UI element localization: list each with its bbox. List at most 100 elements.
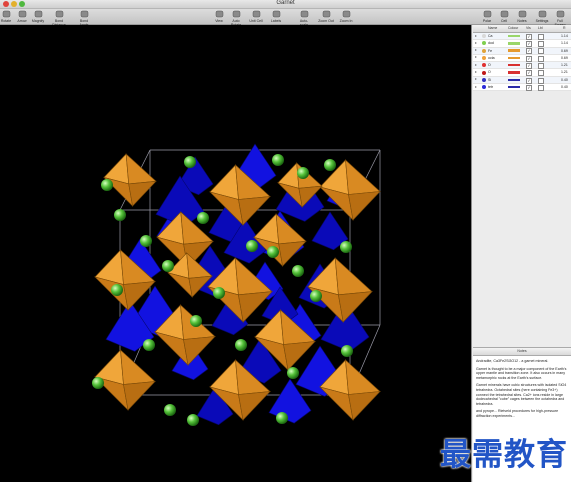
toolbar-button-notes[interactable]: Notes <box>514 10 530 24</box>
visible-checkbox[interactable]: ✓ <box>526 62 532 69</box>
disclosure-triangle-icon[interactable] <box>475 78 477 81</box>
zoom-out-icon <box>322 10 331 18</box>
colour-swatch[interactable] <box>508 78 520 82</box>
arrow-icon <box>18 10 27 18</box>
octahedron-face <box>238 196 271 226</box>
toolbar-button-rotate[interactable]: Rotate <box>0 10 14 24</box>
ca-atom-sphere <box>187 414 199 426</box>
toolbar-button-magnify[interactable]: Magnify <box>30 10 46 24</box>
octahedron-face <box>123 381 156 411</box>
ca-atom-sphere <box>276 412 288 424</box>
atom-name: Ca <box>488 34 493 38</box>
header-vis[interactable]: Vis <box>526 26 531 30</box>
visible-checkbox[interactable]: ✓ <box>526 77 532 84</box>
disclosure-triangle-icon[interactable] <box>475 56 477 59</box>
toolbar-button-auto-scale[interactable]: Auto-scale <box>296 10 312 27</box>
colour-swatch[interactable] <box>508 42 520 45</box>
header-name[interactable]: Name <box>488 26 497 30</box>
ca-atom-sphere <box>340 241 352 253</box>
title-bar: Garnet <box>0 0 571 9</box>
colour-swatch[interactable] <box>508 71 520 74</box>
visible-checkbox[interactable]: ✓ <box>526 84 532 91</box>
polar-icon <box>483 10 492 18</box>
colour-swatch[interactable] <box>508 85 520 89</box>
atom-row[interactable]: O ✓ 1.21 <box>473 69 571 77</box>
ca-atom-sphere <box>190 315 202 327</box>
visible-checkbox[interactable]: ✓ <box>526 70 532 77</box>
rotate-icon <box>2 10 11 18</box>
atom-color-icon <box>482 48 486 53</box>
toolbar-button-label: Zoom In <box>339 19 353 23</box>
visible-checkbox[interactable]: ✓ <box>526 33 532 40</box>
toolbar-button-zoom-out[interactable]: Zoom Out <box>318 10 334 24</box>
crystal-structure-render[interactable] <box>0 25 471 482</box>
toolbar-button-labels[interactable]: Labels <box>268 10 284 24</box>
visible-checkbox[interactable]: ✓ <box>526 41 532 48</box>
label-checkbox[interactable] <box>538 84 544 91</box>
side-panel: Name Colour Vis Lbl R Ca ✓ 1.14 dod ✓ 1.14 Fe ✓… <box>471 25 571 483</box>
toolbar-button-unit-cell[interactable]: Unit Cell <box>248 10 264 24</box>
ca-atom-sphere <box>267 246 279 258</box>
atom-radius: 0.69 <box>561 48 568 53</box>
label-checkbox[interactable] <box>538 77 544 84</box>
disclosure-triangle-icon[interactable] <box>475 70 477 73</box>
octahedron-face <box>348 391 381 421</box>
toolbar-button-bond-distance[interactable]: Bond Distance <box>51 10 67 27</box>
octahedron-face <box>120 349 156 385</box>
toolbar-button-polar[interactable]: Polar <box>479 10 495 24</box>
unit-cell-icon <box>252 10 261 18</box>
toolbar-button-label: Labels <box>270 19 282 23</box>
atom-row[interactable]: dod ✓ 1.14 <box>473 40 571 48</box>
colour-swatch[interactable] <box>508 56 520 60</box>
toolbar-button-full-screen[interactable]: Full Screen <box>552 10 568 27</box>
toolbar-button-cell[interactable]: Cell <box>496 10 512 24</box>
label-checkbox[interactable] <box>538 41 544 48</box>
atom-name: tetr <box>488 85 494 90</box>
toolbar-button-zoom-in[interactable]: Zoom In <box>338 10 354 24</box>
ca-atom-sphere <box>101 179 113 191</box>
disclosure-triangle-icon[interactable] <box>475 85 477 88</box>
notes-header: Notes <box>473 348 571 356</box>
label-checkbox[interactable] <box>538 55 544 62</box>
atom-color-icon <box>482 70 486 75</box>
atom-row[interactable]: tetr ✓ 0.40 <box>473 84 571 92</box>
bond-distance-icon <box>55 10 64 18</box>
toolbar-button-arrow[interactable]: Arrow <box>14 10 30 24</box>
zoom-in-icon <box>342 10 351 18</box>
toolbar-button-bond-angle[interactable]: Bond Angle <box>76 10 92 27</box>
colour-swatch[interactable] <box>508 49 520 52</box>
toolbar-button-view[interactable]: View <box>211 10 227 24</box>
header-colour[interactable]: Colour <box>508 26 518 30</box>
label-checkbox[interactable] <box>538 62 544 69</box>
atom-name: octa <box>488 55 495 60</box>
disclosure-triangle-icon[interactable] <box>475 41 477 44</box>
atoms-table: Name Colour Vis Lbl R Ca ✓ 1.14 dod ✓ 1.14 Fe ✓… <box>473 25 571 92</box>
label-checkbox[interactable] <box>538 70 544 77</box>
atom-row[interactable]: O ✓ 1.21 <box>473 62 571 70</box>
atom-color-icon <box>482 56 486 61</box>
label-checkbox[interactable] <box>538 33 544 40</box>
octahedron <box>103 153 157 207</box>
atom-row[interactable]: Fe ✓ 0.69 <box>473 47 571 55</box>
visible-checkbox[interactable]: ✓ <box>526 55 532 62</box>
toolbar-button-label: Cell <box>500 19 508 23</box>
octahedron-face <box>278 240 307 267</box>
disclosure-triangle-icon[interactable] <box>475 49 477 52</box>
toolbar-button-auto-rotate[interactable]: Auto Rotate <box>228 10 244 27</box>
atom-row[interactable]: Si ✓ 0.40 <box>473 76 571 85</box>
atom-row[interactable]: octa ✓ 0.69 <box>473 54 571 63</box>
toolbar-button-settings[interactable]: Settings <box>534 10 550 24</box>
disclosure-triangle-icon[interactable] <box>475 63 477 66</box>
colour-swatch[interactable] <box>508 34 520 38</box>
header-radius[interactable]: R <box>563 26 566 30</box>
atom-color-icon <box>482 34 486 39</box>
disclosure-triangle-icon[interactable] <box>475 34 477 37</box>
header-lbl[interactable]: Lbl <box>538 26 543 30</box>
label-checkbox[interactable] <box>538 48 544 55</box>
atom-radius: 1.14 <box>561 41 568 46</box>
colour-swatch[interactable] <box>508 63 520 67</box>
atom-row[interactable]: Ca ✓ 1.14 <box>473 33 571 41</box>
visible-checkbox[interactable]: ✓ <box>526 48 532 55</box>
atom-color-icon <box>482 63 486 68</box>
structure-viewport[interactable] <box>0 25 471 482</box>
